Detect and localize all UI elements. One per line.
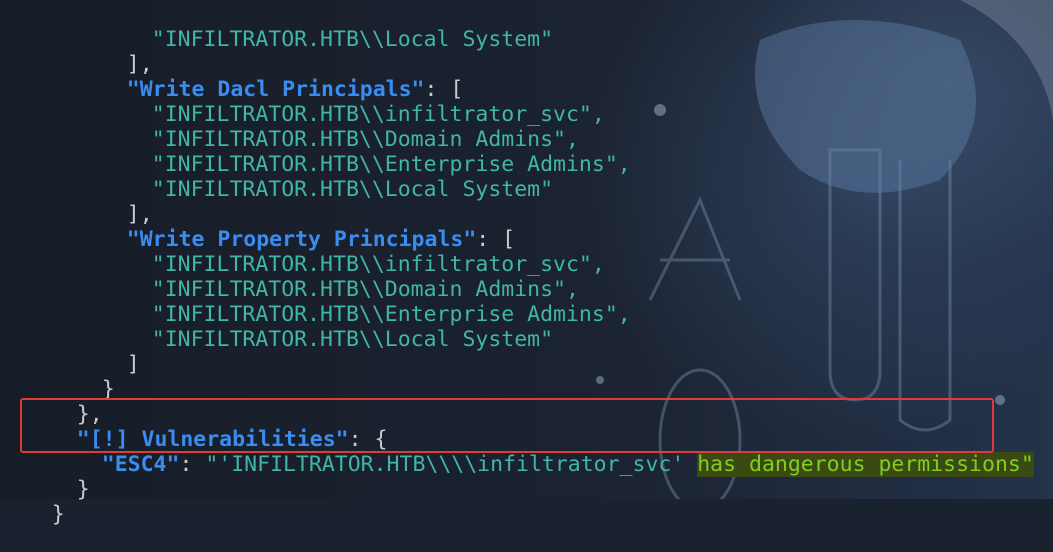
punctuation: : — [179, 452, 206, 477]
string-value: "INFILTRATOR.HTB\\Local System" — [151, 327, 554, 352]
string-value: "INFILTRATOR.HTB\\Local System" — [151, 27, 554, 52]
output-line: "INFILTRATOR.HTB\\Local System" — [100, 2, 553, 52]
output-line: ], — [75, 177, 153, 227]
output-line: "INFILTRATOR.HTB\\Domain Admins", — [100, 252, 579, 302]
punctuation: } — [51, 502, 65, 527]
json-key: "ESC4" — [101, 452, 180, 477]
punctuation: } — [76, 477, 90, 502]
output-line: ] — [75, 327, 140, 377]
output-line: "INFILTRATOR.HTB\\infiltrator_svc", — [100, 77, 605, 127]
output-line: "INFILTRATOR.HTB\\Local System" — [100, 302, 553, 352]
write-dacl-key-line: "Write Dacl Principals": [ — [75, 52, 464, 102]
output-line: } — [50, 352, 115, 402]
output-line: "INFILTRATOR.HTB\\Enterprise Admins", — [100, 127, 631, 177]
output-line: ], — [75, 27, 153, 77]
output-line: } — [0, 477, 65, 527]
terminal-output: "INFILTRATOR.HTB\\Local System" ], "Writ… — [0, 0, 1053, 527]
output-line: "INFILTRATOR.HTB\\Enterprise Admins", — [100, 277, 631, 327]
vulnerability-highlight-box — [20, 398, 994, 453]
output-line: } — [25, 452, 90, 502]
string-value: "INFILTRATOR.HTB\\Local System" — [151, 177, 554, 202]
write-property-key-line: "Write Property Principals": [ — [75, 202, 515, 252]
output-line: "INFILTRATOR.HTB\\infiltrator_svc", — [100, 227, 605, 277]
string-value: "'INFILTRATOR.HTB\\\\infiltrator_svc' — [205, 452, 685, 477]
highlighted-text: has dangerous permissions" — [697, 452, 1034, 477]
punctuation: ] — [126, 352, 140, 377]
output-line: "INFILTRATOR.HTB\\Domain Admins", — [100, 102, 579, 152]
output-line: "INFILTRATOR.HTB\\Local System" — [100, 152, 553, 202]
